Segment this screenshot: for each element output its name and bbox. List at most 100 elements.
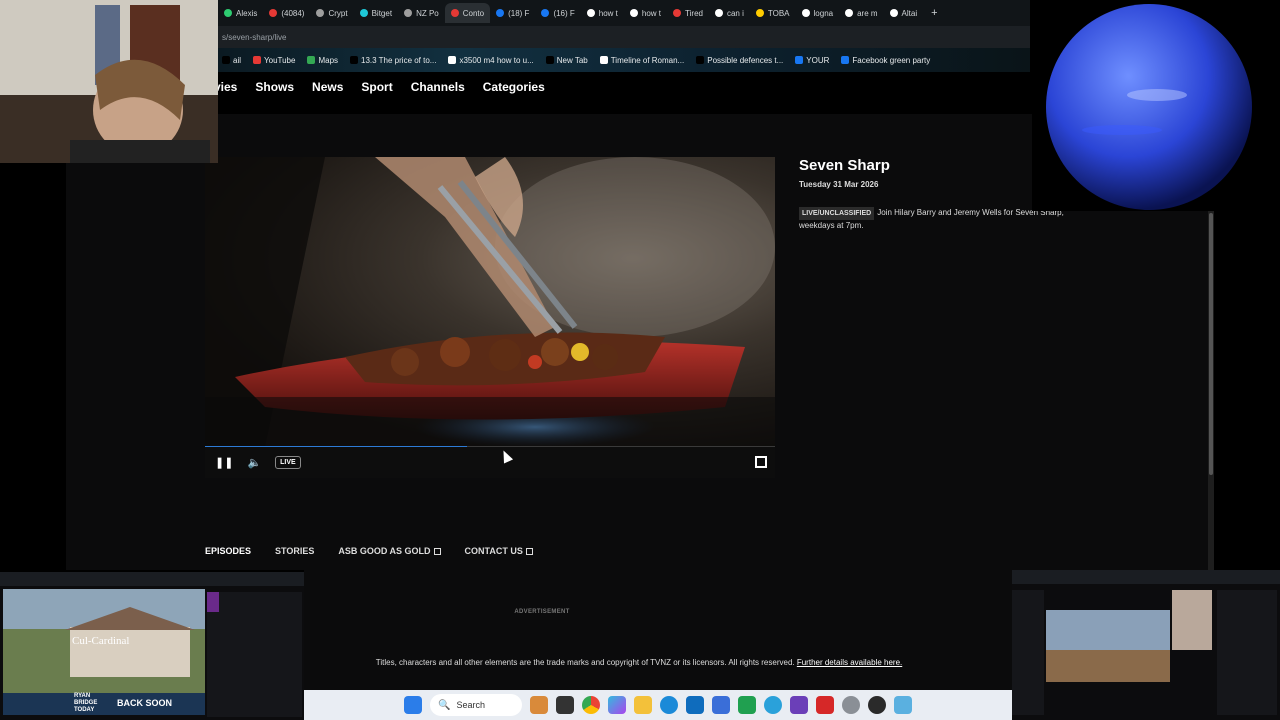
obs-icon[interactable] [868,696,886,714]
show-title: Seven Sharp [799,157,890,174]
browser-tab[interactable]: Crypt [310,3,353,23]
bookmark-favicon-icon [841,56,850,64]
stream-thumbnail-left: Cul-Cardinal RYAN BRIDGE TODAY BACK SOON [0,572,304,720]
bookmark-item[interactable]: Maps [307,56,338,65]
tab-stories[interactable]: STORIES [275,546,314,556]
tab-contact-us[interactable]: CONTACT US [465,546,533,556]
live-button[interactable]: LIVE [275,456,301,469]
settings-icon[interactable] [842,696,860,714]
browser-tab[interactable]: are m [839,3,883,23]
webcam-overlay [0,0,218,163]
video-frame[interactable] [205,157,775,447]
browser-tab[interactable]: Alexis [218,3,263,23]
purple-app-icon[interactable] [790,696,808,714]
bookmark-item[interactable]: x3500 m4 how to u... [448,55,534,65]
show-description-block: LIVE/UNCLASSIFIED Join Hilary Barry and J… [799,207,1069,231]
volume-icon[interactable]: 🔈 [247,456,261,469]
webcam-feed [0,0,218,163]
phone-link-icon[interactable] [738,696,756,714]
stream-thumbnail-right-image [1012,570,1280,720]
browser-tab[interactable]: TOBA [750,3,796,23]
bookmark-item[interactable]: 13.3 The price of to... [350,56,436,65]
browser-tab-label: how t [598,8,618,18]
browser-tab-label: Alexis [236,8,258,18]
browser-tab[interactable]: Bitget [354,3,398,23]
store-icon[interactable] [712,696,730,714]
bookmark-item[interactable]: YouTube [253,56,295,65]
browser-tab[interactable]: how t [581,3,624,23]
address-text[interactable]: s/seven-sharp/live [222,33,286,42]
desktop-stage: Alexis (4084) Crypt Bitget NZ Po Conto (18) F (… [0,0,1280,720]
tab-favicon-icon [845,9,854,17]
copilot-icon[interactable] [608,696,626,714]
bookmark-label: x3500 m4 how to u... [459,55,534,65]
outlook-icon[interactable] [686,696,704,714]
bookmark-favicon-icon [599,56,608,64]
nav-item-channels[interactable]: Channels [411,80,465,94]
tab-asb-label: ASB GOOD AS GOLD [338,546,431,556]
pause-icon[interactable]: ❚❚ [215,456,233,469]
copyright-notice: Titles, characters and all other element… [304,658,974,667]
browser-tab[interactable]: NZ Po [398,3,445,23]
tab-favicon-icon [224,9,232,17]
browser-tab[interactable]: Tired [667,3,709,23]
tab-favicon-icon [889,9,898,17]
browser-tab[interactable]: logna [796,3,840,23]
nav-item-shows[interactable]: Shows [255,80,294,94]
bookmark-item[interactable]: YOUR [795,56,829,65]
browser-tab-strip: Alexis (4084) Crypt Bitget NZ Po Conto (18) F (… [218,0,1030,26]
tab-episodes[interactable]: EPISODES [205,546,251,556]
tab-episodes-label: EPISODES [205,546,252,556]
edge-icon[interactable] [660,696,678,714]
address-bar[interactable]: s/seven-sharp/live [218,26,1030,48]
advertisement-label: ADVERTISEMENT [514,609,570,615]
video-player[interactable]: ❚❚ 🔈 LIVE [205,157,775,478]
further-details-link[interactable]: Further details available here. [797,658,902,667]
telegram-icon[interactable] [764,696,782,714]
nav-item-categories[interactable]: Categories [483,80,545,94]
browser-tab[interactable]: how t [624,3,667,23]
browser-tab[interactable]: can i [709,3,750,23]
show-info: Seven Sharp Tuesday 31 Mar 2026 LIVE/UNC… [799,157,1069,231]
nav-item-news[interactable]: News [312,80,343,94]
taskbar-search[interactable]: 🔍 Search [430,694,522,716]
bookmark-label: Facebook green party [852,55,931,65]
tab-favicon-icon [586,9,595,17]
file-explorer-icon[interactable] [634,696,652,714]
stream-thumbnail-right [1012,570,1280,720]
bookmark-favicon-icon [222,56,230,64]
red-app-icon[interactable] [816,696,834,714]
bookmark-favicon-icon [448,56,457,64]
tab-asb-good-as-gold[interactable]: ASB GOOD AS GOLD [338,546,441,556]
bookmark-item[interactable]: Timeline of Roman... [599,56,684,65]
windows-start-icon[interactable] [404,696,422,714]
page-scrollbar[interactable] [1208,211,1214,571]
bookmark-item[interactable]: Possible defences t... [696,56,783,65]
tab-favicon-icon [541,9,550,17]
browser-tab[interactable]: Altai [884,3,924,23]
browser-tab-label: Altai [901,8,918,18]
browser-tab-label: (18) F [508,8,530,18]
tab-favicon-icon [269,9,278,17]
bookmark-label: YOUR [806,55,830,65]
widgets-icon[interactable] [530,696,548,714]
bookmark-item[interactable]: Facebook green party [841,56,930,65]
task-view-icon[interactable] [556,696,574,714]
show-tabs: EPISODES STORIES ASB GOOD AS GOLD CONTAC… [205,546,533,556]
thumb-brand: RYAN BRIDGE TODAY [74,693,98,713]
photos-icon[interactable] [894,696,912,714]
classification-badge: LIVE/UNCLASSIFIED [799,207,875,220]
browser-tab[interactable]: (18) F [490,3,535,23]
bookmark-favicon-icon [696,56,705,64]
browser-tab[interactable]: (4084) [263,3,310,23]
nav-item-sport[interactable]: Sport [361,80,392,94]
browser-tab[interactable]: Conto [444,3,491,23]
bookmark-item[interactable]: ail [222,56,241,65]
bookmark-item[interactable]: New Tab [545,56,588,65]
fullscreen-icon[interactable] [755,456,767,468]
chrome-icon[interactable] [582,696,600,714]
browser-tab[interactable]: (16) F [535,3,580,23]
scrollbar-thumb[interactable] [1209,213,1213,475]
new-tab-button[interactable]: + [923,7,945,19]
browser-tab-label: logna [813,8,834,18]
